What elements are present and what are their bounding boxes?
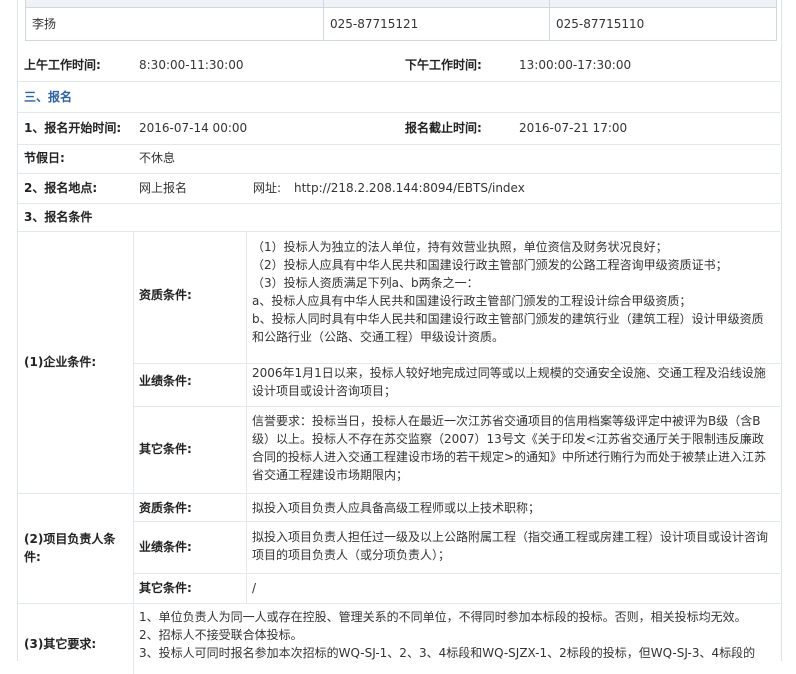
registration-start-value: 2016-07-14 00:00 bbox=[139, 121, 248, 135]
contact-phone-2: 025-87715110 bbox=[556, 17, 645, 31]
registration-conditions-row: 3、报名条件 bbox=[18, 204, 780, 232]
pm-other-text: / bbox=[252, 581, 257, 595]
registration-time-row: 1、报名开始时间: 2016-07-14 00:00 报名截止时间: 2016-… bbox=[18, 113, 780, 145]
pm-performance-text: 拟投入项目负责人担任过一级及以上公路附属工程（指交通工程或房建工程）设计项目或设… bbox=[252, 528, 777, 564]
pm-hours-label: 下午工作时间: bbox=[405, 58, 482, 72]
column-divider bbox=[133, 604, 134, 674]
pm-performance-line: 拟投入项目负责人担任过一级及以上公路附属工程（指交通工程或房建工程）设计项目或设… bbox=[252, 530, 769, 544]
section-registration-row: 三、报名 bbox=[18, 82, 780, 113]
enterprise-performance-text: 2006年1月1日以来，投标人较好地完成过同等或以上规模的交通安全设施、交通工程… bbox=[252, 364, 777, 400]
pm-conditions-label-line2: 件: bbox=[24, 550, 41, 564]
other-requirements-label: (3)其它要求: bbox=[24, 637, 97, 651]
qualification-line: （3）投标人资质满足下列a、b两条之一： bbox=[252, 276, 479, 290]
other-requirements-text: 1、单位负责人为同一人或存在控股、管理关系的不同单位，不得同时参加本标段的投标。… bbox=[139, 608, 779, 662]
holiday-label: 节假日: bbox=[24, 151, 65, 165]
other-line: 合同的投标人进入交通工程建设市场的若干规定>的通知》中所述行贿行为而处于被禁止进… bbox=[252, 450, 767, 464]
conditions-label: 3、报名条件 bbox=[24, 210, 93, 224]
holiday-row: 节假日: 不休息 bbox=[18, 145, 780, 174]
enterprise-qualification-text: （1）投标人为独立的法人单位，持有效营业执照，单位资信及财务状况良好； （2）投… bbox=[252, 238, 777, 346]
holiday-value: 不休息 bbox=[139, 151, 176, 165]
am-hours-label: 上午工作时间: bbox=[24, 58, 101, 72]
registration-start-label: 1、报名开始时间: bbox=[24, 121, 122, 135]
pm-performance-line: 项目的项目负责人（或分项负责人）； bbox=[252, 548, 451, 562]
pm-performance-label: 业绩条件: bbox=[139, 540, 192, 554]
pm-qualification-label: 资质条件: bbox=[139, 501, 192, 515]
enterprise-conditions-label: (1)企业条件: bbox=[24, 355, 97, 369]
qualification-line: 和公路行业（公路、交通工程）甲级设计资质。 bbox=[252, 330, 505, 344]
performance-line: 设计项目或设计咨询项目； bbox=[252, 384, 397, 398]
pm-qualification-text: 拟投入项目负责人应具备高级工程师或以上技术职称； bbox=[252, 501, 541, 515]
other-requirements-block: (3)其它要求: 1、单位负责人为同一人或存在控股、管理关系的不同单位，不得同时… bbox=[18, 604, 780, 674]
am-hours-value: 8:30:00-11:30:00 bbox=[139, 58, 244, 72]
registration-place-row: 2、报名地点: 网上报名 网址: http://218.2.208.144:80… bbox=[18, 174, 780, 204]
requirement-line: 3、投标人可同时报名参加本次招标的WQ-SJ-1、2、3、4标段和WQ-SJZX… bbox=[139, 646, 756, 660]
performance-line: 2006年1月1日以来，投标人较好地完成过同等或以上规模的交通安全设施、交通工程… bbox=[252, 366, 766, 380]
contact-name: 李扬 bbox=[32, 17, 57, 31]
enterprise-qualification-label: 资质条件: bbox=[139, 288, 192, 302]
project-manager-block: (2)项目负责人条 件: 资质条件: 拟投入项目负责人应具备高级工程师或以上技术… bbox=[18, 494, 780, 604]
other-line: 级）以上。投标人不存在苏交监察（2007）13号文《关于印发<江苏省交通厅关于限… bbox=[252, 432, 764, 446]
enterprise-other-text: 信誉要求：投标当日，投标人在最近一次江苏省交通项目的信用档案等级评定中被评为B级… bbox=[252, 412, 777, 484]
registration-place-label: 2、报名地点: bbox=[24, 181, 98, 195]
qualification-line: （2）投标人应具有中华人民共和国建设行政主管部门颁发的公路工程咨询甲级资质证书； bbox=[252, 258, 728, 272]
registration-end-value: 2016-07-21 17:00 bbox=[519, 121, 628, 135]
registration-url-link[interactable]: http://218.2.208.144:8094/EBTS/index bbox=[294, 180, 525, 197]
column-divider bbox=[549, 0, 550, 40]
requirement-line: 2、招标人不接受联合体投标。 bbox=[139, 628, 303, 642]
enterprise-performance-label: 业绩条件: bbox=[139, 374, 192, 388]
working-hours-row: 上午工作时间: 8:30:00-11:30:00 下午工作时间: 13:00:0… bbox=[18, 49, 780, 82]
url-label: 网址: bbox=[253, 181, 282, 195]
contact-table-header bbox=[26, 0, 776, 8]
pm-conditions-label-line1: (2)项目负责人条 bbox=[24, 532, 116, 546]
section-title: 三、报名 bbox=[24, 90, 73, 104]
registration-end-label: 报名截止时间: bbox=[405, 121, 482, 135]
requirement-line: 1、单位负责人为同一人或存在控股、管理关系的不同单位，不得同时参加本标段的投标。… bbox=[139, 610, 747, 624]
contact-phone-1: 025-87715121 bbox=[330, 17, 419, 31]
qualification-line: （1）投标人为独立的法人单位，持有效营业执照，单位资信及财务状况良好； bbox=[252, 240, 668, 254]
registration-place-value: 网上报名 bbox=[139, 181, 188, 195]
contact-table: 李扬 025-87715121 025-87715110 bbox=[25, 0, 777, 41]
qualification-line: b、投标人同时具有中华人民共和国建设行政主管部门颁发的建筑行业（建筑工程）设计甲… bbox=[252, 312, 764, 326]
other-line: 信誉要求：投标当日，投标人在最近一次江苏省交通项目的信用档案等级评定中被评为B级… bbox=[252, 414, 761, 428]
pm-hours-value: 13:00:00-17:30:00 bbox=[519, 58, 632, 72]
other-line: 省交通工程建设市场期限内； bbox=[252, 468, 409, 482]
pm-other-label: 其它条件: bbox=[139, 581, 192, 595]
column-divider bbox=[323, 0, 324, 40]
qualification-line: a、投标人应具有中华人民共和国建设行政主管部门颁发的工程设计综合甲级资质； bbox=[252, 294, 692, 308]
enterprise-conditions-block: (1)企业条件: 资质条件: （1）投标人为独立的法人单位，持有效营业执照，单位… bbox=[18, 232, 780, 494]
enterprise-other-label: 其它条件: bbox=[139, 442, 192, 456]
